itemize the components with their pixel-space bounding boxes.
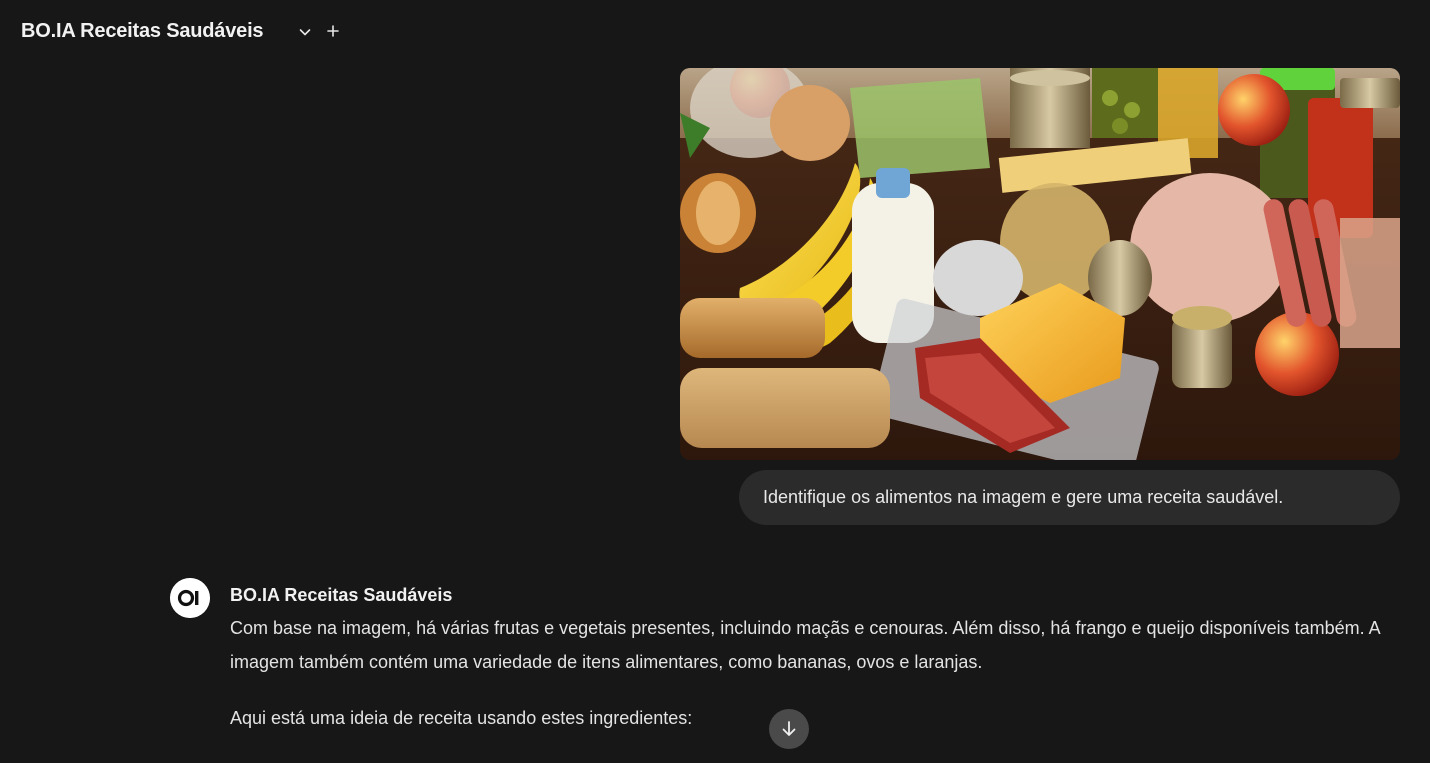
chevron-down-icon[interactable] [297,24,313,40]
plus-icon[interactable] [325,23,341,39]
assistant-name: BO.IA Receitas Saudáveis [230,585,453,605]
uploaded-food-image[interactable] [680,68,1400,460]
user-message-bubble: Identifique os alimentos na imagem e ger… [739,470,1400,525]
user-message-text: Identifique os alimentos na imagem e ger… [763,487,1284,507]
scroll-to-bottom-button[interactable] [769,709,809,749]
top-bar: BO.IA Receitas Saudáveis [0,0,1430,64]
food-groceries-image [680,68,1400,460]
assistant-paragraph: Com base na imagem, há várias frutas e v… [230,618,1380,672]
assistant-paragraph: Aqui está uma ideia de receita usando es… [230,708,693,728]
arrow-down-icon [782,721,796,736]
assistant-avatar [170,578,210,618]
model-selector-title[interactable]: BO.IA Receitas Saudáveis [21,20,264,43]
